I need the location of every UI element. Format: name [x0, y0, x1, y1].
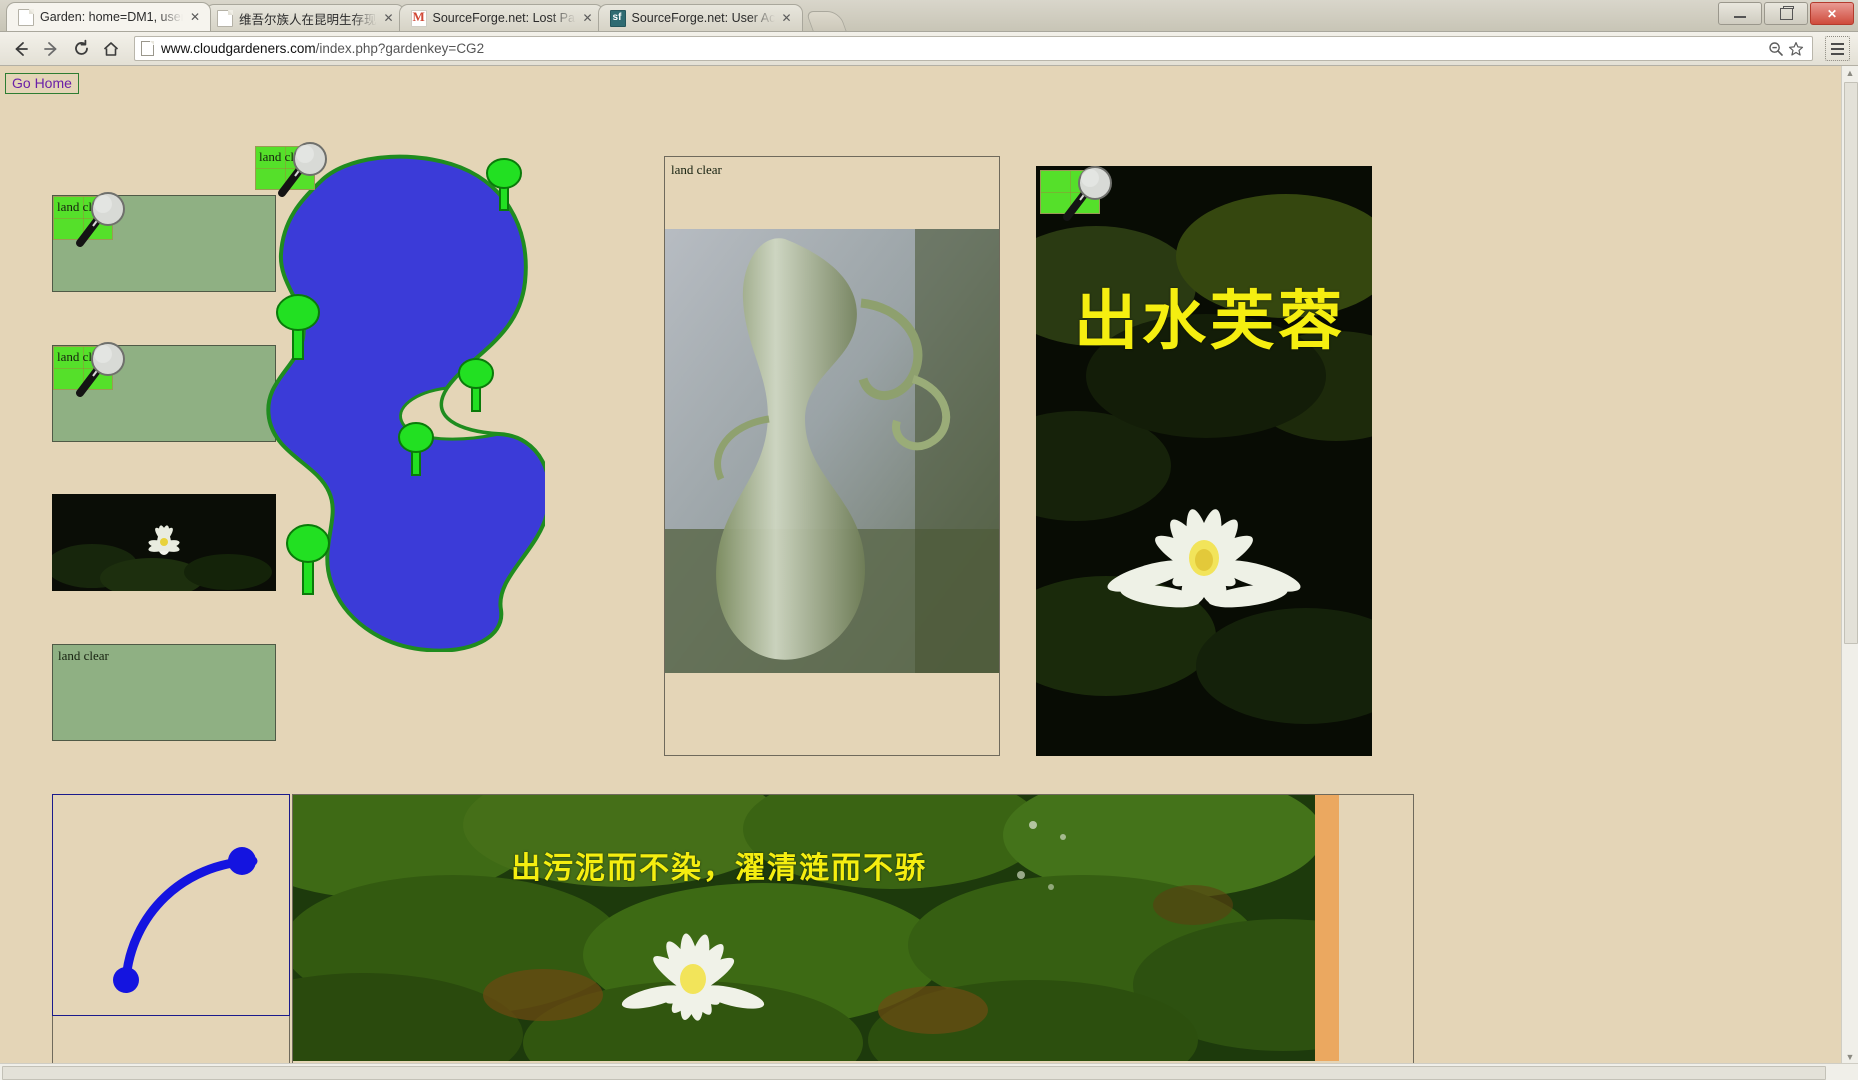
- browser-toolbar: www.cloudgardeners.com/index.php?gardenk…: [0, 32, 1858, 66]
- pond-badge[interactable]: land clear: [255, 146, 315, 190]
- tab-close-icon[interactable]: ✕: [581, 11, 595, 25]
- page-icon: [18, 8, 34, 26]
- url-path: /index.php?gardenkey=CG2: [315, 41, 485, 56]
- star-icon[interactable]: [1786, 39, 1806, 59]
- browser-window: Garden: home=DM1, user ✕ 维吾尔族人在昆明生存现 ✕ S…: [0, 0, 1858, 1080]
- lily-thumbnail[interactable]: [52, 494, 276, 591]
- tree-icon: [397, 421, 435, 476]
- tab-label: 维吾尔族人在昆明生存现: [239, 11, 377, 27]
- forward-button[interactable]: [38, 36, 64, 62]
- pond-map[interactable]: land clear: [255, 142, 552, 653]
- lotus-poster[interactable]: 出水芙蓉: [1036, 166, 1372, 756]
- close-button[interactable]: ✕: [1810, 2, 1854, 25]
- tab-uyghur-article[interactable]: 维吾尔族人在昆明生存现 ✕: [205, 4, 405, 31]
- new-tab-button[interactable]: [804, 11, 847, 31]
- tab-label: SourceForge.net: Lost Pas: [432, 11, 576, 25]
- reload-button[interactable]: [68, 36, 94, 62]
- tab-label: SourceForge.net: User Acc: [631, 11, 775, 25]
- plot-badge-1[interactable]: land clear: [53, 196, 113, 240]
- plot-label: land clear: [58, 648, 109, 663]
- zoom-out-icon[interactable]: [1766, 39, 1786, 59]
- address-bar[interactable]: www.cloudgardeners.com/index.php?gardenk…: [134, 36, 1813, 61]
- go-home-link[interactable]: Go Home: [5, 73, 79, 94]
- lotus-poster-image: [1036, 166, 1372, 756]
- tree-icon: [285, 523, 331, 595]
- page-icon: [141, 41, 154, 56]
- tree-icon: [275, 293, 321, 360]
- plot-badge-2[interactable]: land clear: [53, 346, 113, 390]
- plot-card-1[interactable]: land clear: [52, 192, 276, 292]
- page-icon: [217, 9, 233, 27]
- minimize-button[interactable]: [1718, 2, 1762, 25]
- sourceforge-icon: [609, 9, 626, 27]
- lotus-badge[interactable]: [1040, 170, 1100, 214]
- plot-label: land clear: [57, 199, 108, 214]
- vertical-scroll-thumb[interactable]: [1844, 82, 1858, 644]
- gourd-panel[interactable]: land clear: [664, 156, 1000, 756]
- scroll-up-arrow[interactable]: ▲: [1845, 68, 1855, 78]
- url-text: www.cloudgardeners.com/index.php?gardenk…: [161, 41, 1766, 56]
- tab-sourceforge-lost-password[interactable]: SourceForge.net: Lost Pas ✕: [398, 4, 604, 31]
- banner-accent-bar: [1315, 795, 1339, 1061]
- tab-close-icon[interactable]: ✕: [780, 11, 794, 25]
- horizontal-scroll-thumb[interactable]: [2, 1066, 1826, 1080]
- water-lily-image: [52, 494, 276, 591]
- lotus-pond-image: [293, 795, 1315, 1061]
- page-viewport: Go Home land clear land clear land clear…: [0, 66, 1858, 1080]
- gmail-icon: [410, 9, 427, 27]
- tree-icon: [485, 157, 523, 211]
- plot-card-4[interactable]: land clear: [52, 644, 276, 741]
- lotus-title: 出水芙蓉: [1074, 285, 1346, 359]
- plot-label: land clear: [57, 349, 108, 364]
- tab-strip: Garden: home=DM1, user ✕ 维吾尔族人在昆明生存现 ✕ S…: [0, 0, 847, 31]
- scroll-down-arrow[interactable]: ▼: [1845, 1052, 1855, 1062]
- horizontal-scrollbar[interactable]: [0, 1063, 1858, 1080]
- tab-label: Garden: home=DM1, user: [40, 10, 183, 24]
- title-bar: Garden: home=DM1, user ✕ 维吾尔族人在昆明生存现 ✕ S…: [0, 0, 1858, 32]
- curve-widget[interactable]: [52, 794, 290, 1016]
- tab-close-icon[interactable]: ✕: [188, 10, 202, 24]
- garden-page: Go Home land clear land clear land clear…: [0, 66, 1843, 1080]
- tab-sourceforge-user-account[interactable]: SourceForge.net: User Acc ✕: [597, 4, 803, 31]
- gourd-image: [665, 229, 999, 673]
- restore-button[interactable]: [1764, 2, 1808, 25]
- curve-graphic: [113, 847, 258, 993]
- panel-label: land clear: [671, 162, 722, 177]
- gourd-photo: [665, 229, 999, 673]
- url-host: www.cloudgardeners.com: [161, 41, 316, 56]
- plot-label: land clear: [259, 149, 310, 164]
- vertical-scrollbar[interactable]: ▲ ▼: [1841, 66, 1858, 1064]
- tree-icon: [457, 357, 495, 412]
- back-button[interactable]: [8, 36, 34, 62]
- home-button[interactable]: [98, 36, 124, 62]
- window-controls: ✕: [1718, 2, 1854, 25]
- banner-photo: 出污泥而不染，濯清涟而不骄: [293, 795, 1315, 1061]
- banner-panel[interactable]: 出污泥而不染，濯清涟而不骄: [292, 794, 1414, 1080]
- tab-garden[interactable]: Garden: home=DM1, user ✕: [6, 2, 211, 31]
- banner-text: 出污泥而不染，濯清涟而不骄: [511, 851, 927, 886]
- plot-card-2[interactable]: land clear: [52, 342, 276, 442]
- tab-close-icon[interactable]: ✕: [382, 11, 396, 25]
- hamburger-menu-icon[interactable]: [1825, 36, 1850, 61]
